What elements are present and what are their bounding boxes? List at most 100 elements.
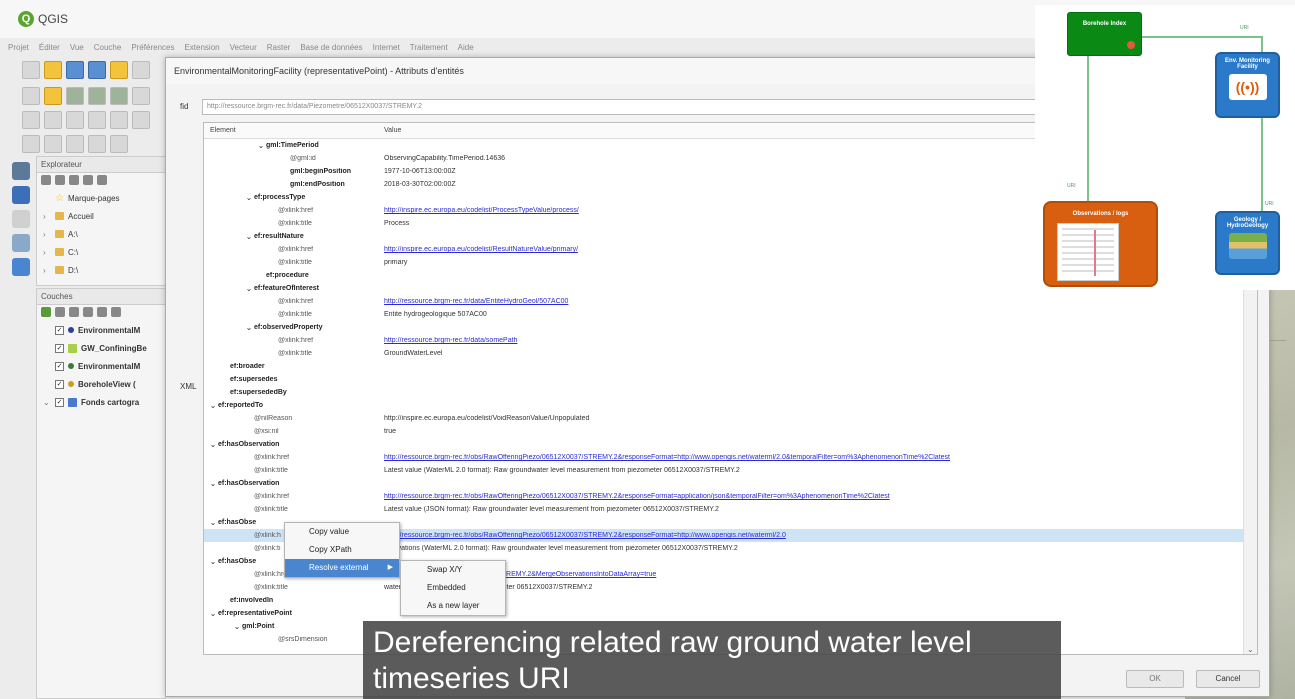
xml-tree-row[interactable]: ef:supersededBy [204,386,1257,399]
xml-tree-row[interactable]: @xlink:title Latest value (WaterML 2.0 fo… [204,464,1257,477]
chevron-right-icon[interactable]: › [43,230,51,239]
annotation-icon[interactable] [110,135,128,153]
menu-0[interactable]: Projet [8,43,29,52]
expand-chevron-icon[interactable]: ⌄ [208,609,218,618]
menu-5[interactable]: Extension [184,43,219,52]
add-raster-icon[interactable] [12,186,30,204]
move-feature-icon[interactable] [110,87,128,105]
expand-chevron-icon[interactable]: ⌄ [208,557,218,566]
xml-tree-row[interactable]: @xsi:nil true [204,425,1257,438]
add-group-icon[interactable] [55,307,65,317]
xml-tree-row[interactable]: ⌄ ef:reportedTo [204,399,1257,412]
cut-features-icon[interactable] [44,111,62,129]
save-as-icon[interactable] [88,61,106,79]
add-vector-icon[interactable] [12,162,30,180]
scroll-down-icon[interactable]: ⌄ [1247,645,1254,654]
xml-tree-row[interactable]: ef:supersedes [204,373,1257,386]
xml-tree-row[interactable]: ⌄ ef:observedProperty [204,321,1257,334]
collapse-icon[interactable] [83,175,93,185]
chevron-down-icon[interactable]: ⌄ [43,398,51,407]
explorer-item[interactable]: › C:\ [37,243,165,261]
menu-8[interactable]: Base de données [300,43,362,52]
ok-button[interactable]: OK [1126,670,1184,688]
menu-1[interactable]: Éditer [39,43,60,52]
toggle-editing-icon[interactable] [44,87,62,105]
save-project-icon[interactable] [66,61,84,79]
menu-3[interactable]: Couche [94,43,122,52]
manage-map-themes-icon[interactable] [69,307,79,317]
expand-chevron-icon[interactable]: ⌄ [208,440,218,449]
add-wms-icon[interactable] [12,210,30,228]
xml-tree-row[interactable]: @xlink:title Latest value (JSON format): … [204,503,1257,516]
undo-icon[interactable] [110,111,128,129]
layer-visibility-checkbox[interactable]: ✓ [55,361,64,371]
expand-chevron-icon[interactable]: ⌄ [244,323,254,332]
measure-icon[interactable] [88,135,106,153]
style-icon[interactable] [41,307,51,317]
xml-tree-row[interactable]: @xlink:href http://ressource.brgm-rec.fr/… [204,451,1257,464]
new-project-icon[interactable] [22,61,40,79]
expand-chevron-icon[interactable]: ⌄ [232,622,242,631]
layer-item[interactable]: ✓ EnvironmentalM [37,321,165,339]
xml-tree-row[interactable]: ⌄ ef:hasObservation [204,438,1257,451]
xml-tree-row[interactable]: @xlink:href http://ressource.brgm-rec.fr/… [204,334,1257,347]
submenu-swap-xy[interactable]: Swap X/Y [401,561,505,579]
xml-tree-row[interactable]: @xlink:title GroundWaterLevel [204,347,1257,360]
expand-chevron-icon[interactable]: ⌄ [208,518,218,527]
refresh-icon[interactable] [41,175,51,185]
submenu-embedded[interactable]: Embedded [401,579,505,597]
identify-icon[interactable] [66,135,84,153]
edit-pencil-icon[interactable] [22,87,40,105]
explorer-item[interactable]: › A:\ [37,225,165,243]
menu-10[interactable]: Traitement [410,43,448,52]
xml-tree-row[interactable]: ⌄ ef:representativePoint [204,607,1257,620]
save-edits-icon[interactable] [66,87,84,105]
xml-value-link[interactable]: http://ressource.brgm-rec.fr/data/Entite… [384,298,1257,305]
cancel-button[interactable]: Cancel [1196,670,1260,688]
layer-visibility-checkbox[interactable]: ✓ [55,397,64,407]
xml-value-link[interactable]: http://ressource.brgm-rec.fr/obs/RawOffe… [384,493,1257,500]
expand-chevron-icon[interactable]: ⌄ [244,232,254,241]
zoom-icon[interactable] [44,135,62,153]
layout-icon[interactable] [110,61,128,79]
menu-2[interactable]: Vue [70,43,84,52]
menu-6[interactable]: Vecteur [230,43,257,52]
xml-tree-row[interactable]: ef:involvedIn [204,594,1257,607]
explorer-item[interactable]: › D:\ [37,261,165,279]
delete-selected-icon[interactable] [22,111,40,129]
layer-item[interactable]: ✓ GW_ConfiningBe [37,339,165,357]
expand-all-icon[interactable] [97,307,107,317]
add-selected-icon[interactable] [55,175,65,185]
expand-chevron-icon[interactable]: ⌄ [256,141,266,150]
menu-9[interactable]: Internet [373,43,400,52]
menu-item-copy-value[interactable]: Copy value [285,523,399,541]
expand-chevron-icon[interactable]: ⌄ [244,193,254,202]
menu-item-resolve-external[interactable]: Resolve external ▶ [285,559,399,577]
filter-icon[interactable] [69,175,79,185]
xml-value-link[interactable]: http://ressource.brgm-rec.fr/obs/RawOffe… [384,532,1257,539]
expand-chevron-icon[interactable]: ⌄ [208,479,218,488]
copy-features-icon[interactable] [66,111,84,129]
xml-tree-row[interactable]: ef:broader [204,360,1257,373]
layer-visibility-checkbox[interactable]: ✓ [55,325,64,335]
layer-visibility-checkbox[interactable]: ✓ [55,379,64,389]
xml-value-link[interactable]: http://ressource.brgm-rec.fr/data/somePa… [384,337,1257,344]
chevron-right-icon[interactable]: › [43,266,51,275]
add-delimited-icon[interactable] [12,234,30,252]
collapse-all-icon[interactable] [111,307,121,317]
layer-item[interactable]: ✓ BoreholeView ( [37,375,165,393]
filter-legend-icon[interactable] [83,307,93,317]
expand-chevron-icon[interactable]: ⌄ [244,284,254,293]
xml-tree-row[interactable]: @xlink:href http://ressource.brgm-rec.fr/… [204,490,1257,503]
open-project-icon[interactable] [44,61,62,79]
explorer-item[interactable]: › Accueil [37,207,165,225]
paste-features-icon[interactable] [88,111,106,129]
menu-7[interactable]: Raster [267,43,291,52]
layer-item[interactable]: ✓ EnvironmentalM [37,357,165,375]
select-feature-icon[interactable] [22,135,40,153]
menu-4[interactable]: Préférences [131,43,174,52]
xml-value-link[interactable]: http://ressource.brgm-rec.fr/obs/RawOffe… [384,454,1257,461]
xml-tree-row[interactable]: @xlink:title water level measurement from… [204,581,1257,594]
chevron-right-icon[interactable]: › [43,212,51,221]
explorer-item[interactable]: ☆ Marque-pages [37,189,165,207]
